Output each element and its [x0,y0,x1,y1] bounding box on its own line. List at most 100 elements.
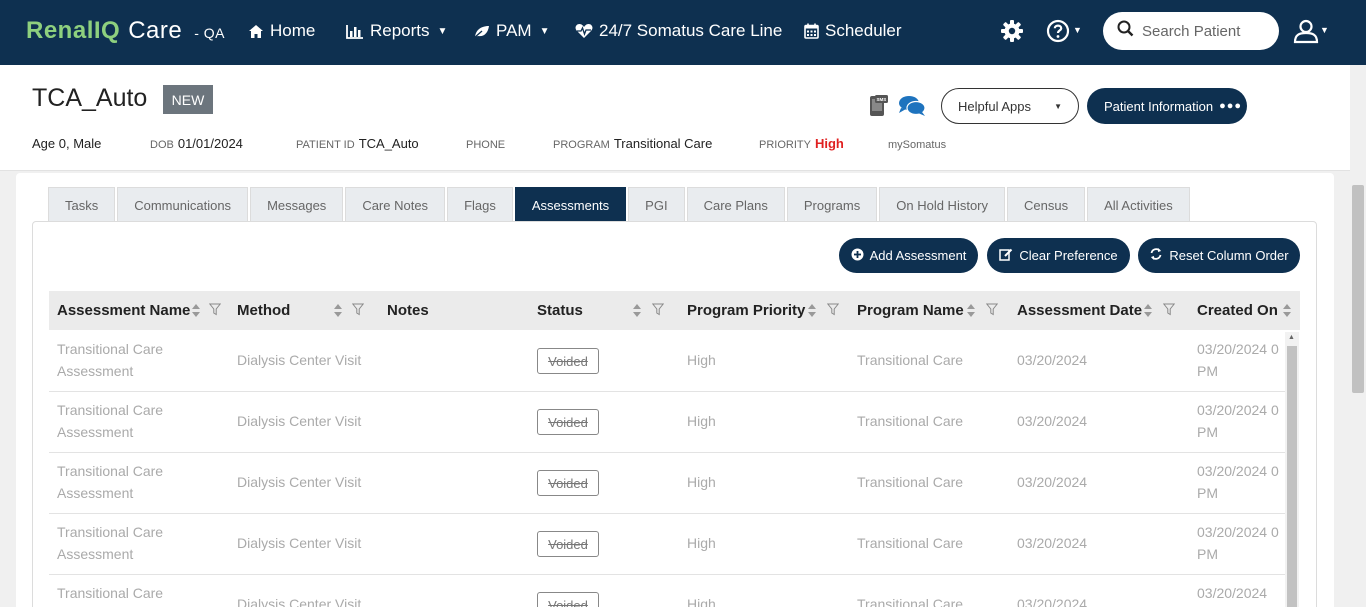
user-account-icon[interactable] [1293,18,1319,49]
phone-label: PHONE [466,139,506,151]
brand-part-iq: IQ [93,17,121,44]
patient-phone: PHONE [466,136,509,151]
program-label: PROGRAM [553,139,610,151]
col-status[interactable]: Status [537,291,583,330]
col-program-priority[interactable]: Program Priority [687,291,805,330]
sort-icon[interactable] [191,303,201,323]
user-chevron-down-icon[interactable]: ▼ [1320,25,1329,35]
tab-messages[interactable]: Messages [250,187,344,222]
sort-icon[interactable] [632,303,642,323]
tab-on-hold-history[interactable]: On Hold History [879,187,1005,222]
table-scrollbar[interactable]: ▲ [1285,332,1299,607]
cell-program-name: Transitional Care [857,474,964,490]
patient-name: TCA_Auto [32,84,148,112]
nav-home-label: Home [270,21,316,40]
table-scrollbar-thumb[interactable] [1287,346,1297,607]
tab-all-activities[interactable]: All Activities [1087,187,1190,222]
assessment-name-line2: Assessment [57,485,134,501]
clear-preference-button[interactable]: Clear Preference [987,238,1130,273]
table-row[interactable]: Transitional Care Assessment Dialysis Cen… [49,514,1285,575]
table-row[interactable]: Transitional Care Assessment Dialysis Cen… [49,453,1285,514]
reset-column-order-button[interactable]: Reset Column Order [1138,238,1300,273]
tab-flags[interactable]: Flags [447,187,513,222]
mysomatus-link[interactable]: mySomatus [888,136,946,151]
col-method[interactable]: Method [237,291,290,330]
cell-program-priority: High [687,474,716,490]
brand-logo[interactable]: Renal IQ Care - QA [26,17,225,45]
filter-icon[interactable] [351,303,365,321]
filter-icon[interactable] [985,303,999,321]
cell-method: Dialysis Center Visit [237,413,362,429]
calendar-icon [804,23,819,39]
help-circle-icon[interactable] [1046,19,1070,48]
nav-reports[interactable]: Reports ▼ [346,21,447,41]
filter-icon[interactable] [1162,303,1176,321]
chat-bubbles-icon[interactable] [898,95,926,122]
priority-label: PRIORITY [759,139,811,151]
col-assessment-name[interactable]: Assessment Name [57,291,190,330]
page-scrollbar[interactable] [1350,65,1366,607]
search-patient-input[interactable] [1142,22,1272,40]
filter-icon[interactable] [826,303,840,321]
sort-icon[interactable] [1282,303,1292,323]
sms-icon[interactable]: SMS [869,95,889,122]
dob-label: DOB [150,139,174,151]
assessments-table-header: Assessment Name Method Notes Status Prog… [49,291,1300,330]
table-row[interactable]: Transitional Care Assessment Dialysis Cen… [49,392,1285,453]
status-badge: Voided [537,348,599,374]
table-row[interactable]: Transitional Care Dialysis Center Visit … [49,575,1285,607]
filter-icon[interactable] [651,303,665,321]
sort-icon[interactable] [1143,303,1153,323]
helpful-apps-dropdown[interactable]: Helpful Apps ▼ [941,88,1079,124]
tab-tasks[interactable]: Tasks [48,187,116,222]
tab-assessments[interactable]: Assessments [514,187,627,222]
sort-icon[interactable] [807,303,817,323]
assessment-name-line2: Assessment [57,363,134,379]
search-box[interactable] [1103,12,1279,50]
status-badge: Voided [537,592,599,607]
program-value: Transitional Care [613,136,713,151]
tab-programs[interactable]: Programs [786,187,878,222]
tab-care-plans[interactable]: Care Plans [686,187,785,222]
nav-pam-label: PAM [496,21,532,40]
helpful-apps-label: Helpful Apps [958,98,1031,114]
settings-gear-icon[interactable] [1000,19,1024,48]
chevron-down-icon: ▼ [437,25,448,37]
table-row[interactable]: Transitional Care Assessment Dialysis Cen… [49,331,1285,392]
help-chevron-down-icon[interactable]: ▼ [1073,25,1082,35]
created-on-line1: 03/20/2024 0 [1197,463,1279,479]
cell-program-priority: High [687,535,716,551]
tab-communications[interactable]: Communications [117,187,249,222]
created-on-line2: PM [1197,546,1218,562]
cell-method: Dialysis Center Visit [237,474,362,490]
nav-pam[interactable]: PAM ▼ [473,21,549,41]
scroll-up-arrow-icon[interactable]: ▲ [1288,334,1295,341]
brand-part-renal: Renal [26,17,94,44]
nav-careline[interactable]: 24/7 Somatus Care Line [575,21,782,41]
cell-program-priority: High [687,596,716,607]
svg-text:SMS: SMS [877,97,887,102]
status-badge: Voided [537,531,599,557]
tab-care-notes[interactable]: Care Notes [345,187,446,222]
cell-assessment-date: 03/20/2024 [1017,352,1088,368]
sort-icon[interactable] [966,303,976,323]
tab-pgi[interactable]: PGI [628,187,685,222]
col-program-name[interactable]: Program Name [857,291,964,330]
tab-census[interactable]: Census [1007,187,1086,222]
cell-created-on: 03/20/2024 0 PM [1197,460,1279,504]
cell-program-name: Transitional Care [857,413,964,429]
status-badge: Voided [537,470,599,496]
cell-assessment-name: Transitional Care Assessment [57,460,163,504]
page-scrollbar-thumb[interactable] [1352,185,1364,393]
filter-icon[interactable] [208,303,222,321]
chevron-down-icon: ▼ [1054,102,1062,111]
add-assessment-button[interactable]: Add Assessment [839,238,978,273]
col-assessment-date[interactable]: Assessment Date [1017,291,1142,330]
col-notes[interactable]: Notes [387,291,429,330]
nav-home[interactable]: Home [248,21,315,41]
col-created-on[interactable]: Created On [1197,291,1278,330]
cell-assessment-date: 03/20/2024 [1017,535,1088,551]
patient-information-button[interactable]: Patient Information ●●● [1087,88,1247,124]
sort-icon[interactable] [333,303,343,323]
nav-scheduler[interactable]: Scheduler [804,21,902,41]
